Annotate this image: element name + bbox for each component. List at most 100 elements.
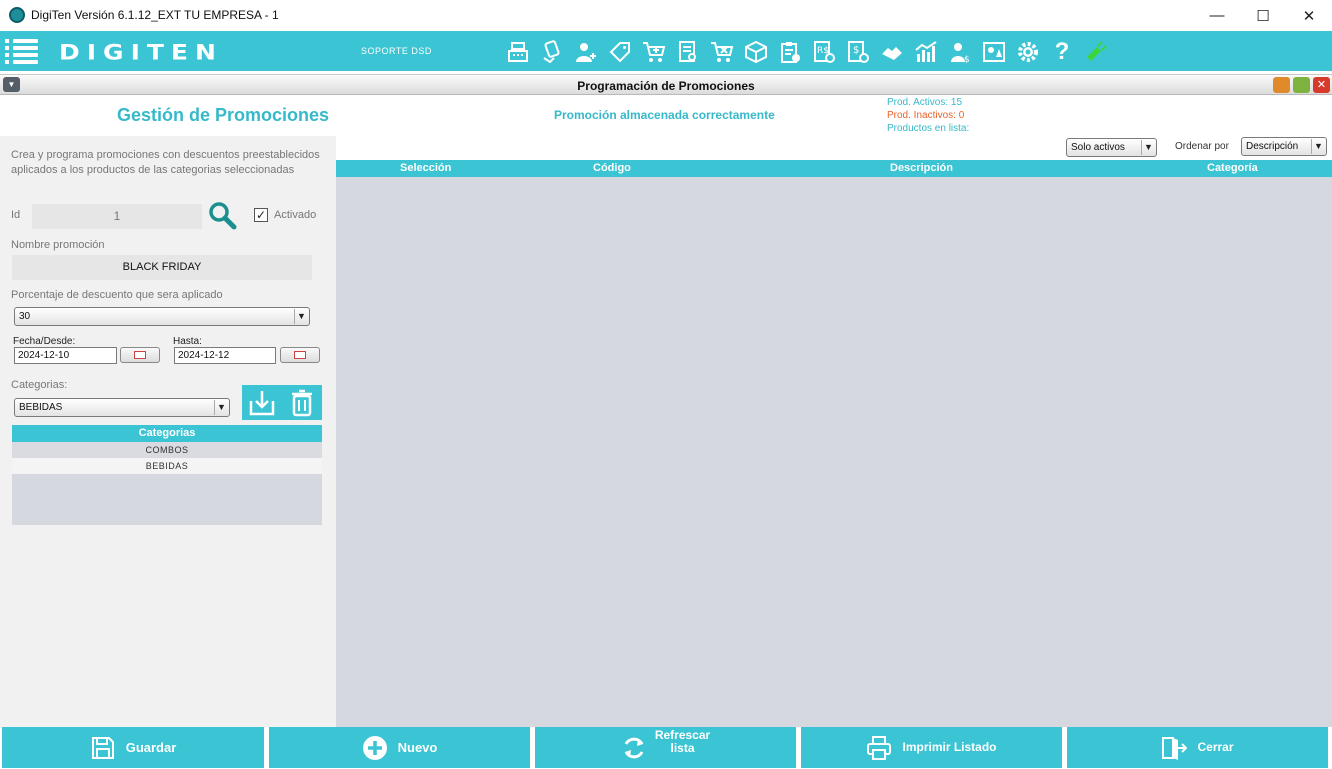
discount-value: 30 xyxy=(19,311,31,322)
from-date-input[interactable]: 2024-12-10 xyxy=(14,347,117,364)
gear-icon[interactable] xyxy=(1016,40,1040,64)
column-header-category[interactable]: Categoría xyxy=(1207,162,1258,174)
refresh-list-button[interactable]: Refrescar lista xyxy=(535,727,796,768)
save-icon xyxy=(91,736,114,759)
active-checkbox[interactable]: ✓ xyxy=(254,208,268,222)
box-icon[interactable] xyxy=(744,40,768,64)
new-button[interactable]: Nuevo xyxy=(269,727,530,768)
products-panel: Promoción almacenada correctamente Prod.… xyxy=(336,96,1332,727)
to-date-input[interactable]: 2024-12-12 xyxy=(174,347,276,364)
products-table-header: Selección Código Descripción Categoría xyxy=(336,160,1332,177)
page-description: Crea y programa promociones con descuent… xyxy=(11,149,320,176)
subwindow-close-button[interactable]: ✕ xyxy=(1313,77,1330,93)
subwindow-header: ▼ Programación de Promociones ✕ xyxy=(0,74,1332,95)
promotion-form-panel: Gestión de Promociones Crea y programa p… xyxy=(0,96,336,727)
promotion-name-label: Nombre promoción xyxy=(11,239,105,251)
id-label: Id xyxy=(11,209,21,221)
products-in-list-stat: Productos en lista: xyxy=(887,123,970,134)
minimize-button[interactable]: — xyxy=(1194,0,1240,31)
user-add-icon[interactable] xyxy=(574,40,598,64)
subwindow-restore-button[interactable] xyxy=(1293,77,1310,93)
main-toolbar: DIGITEN SOPORTE DSD R$ $ $ ? xyxy=(0,31,1332,71)
subwindow-minimize-button[interactable] xyxy=(1273,77,1290,93)
from-date-label: Fecha/Desde: xyxy=(13,336,76,347)
discount-label: Porcentaje de descuento que sera aplicad… xyxy=(11,289,223,301)
calendar-icon xyxy=(134,351,146,359)
to-date-label: Hasta: xyxy=(173,336,202,347)
list-item[interactable]: BEBIDAS xyxy=(12,458,322,474)
filter-select[interactable]: Solo activos ▼ xyxy=(1066,138,1157,157)
chevron-down-icon: ▼ xyxy=(1311,139,1325,154)
app-icon xyxy=(9,7,25,23)
svg-text:$: $ xyxy=(853,45,859,56)
column-header-selection[interactable]: Selección xyxy=(400,162,451,174)
order-by-label: Ordenar por xyxy=(1175,141,1229,152)
category-actions xyxy=(242,385,322,420)
order-by-select[interactable]: Descripción ▼ xyxy=(1241,137,1327,156)
cart-add-icon[interactable] xyxy=(642,40,666,64)
close-button[interactable]: Cerrar xyxy=(1067,727,1328,768)
chevron-down-icon: ▼ xyxy=(1141,140,1155,155)
active-label: Activado xyxy=(274,209,317,221)
delete-category-icon[interactable] xyxy=(290,389,314,417)
digiten-logo: DIGITEN xyxy=(59,40,223,65)
action-bar: Guardar Nuevo Refrescar lista Imprimir L… xyxy=(0,727,1332,769)
close-label: Cerrar xyxy=(1197,740,1234,754)
plus-circle-icon xyxy=(362,735,387,760)
app-title: DigiTen Versión 6.1.12_EXT TU EMPRESA - … xyxy=(31,8,279,22)
refresh-label-line1: Refrescar xyxy=(654,727,711,742)
category-select[interactable]: BEBIDAS ▼ xyxy=(14,398,230,417)
user-money-icon[interactable]: $ xyxy=(948,40,972,65)
from-calendar-button[interactable] xyxy=(120,347,160,363)
refresh-label: Refrescar lista xyxy=(654,727,711,755)
refresh-icon xyxy=(624,737,644,758)
title-bar: DigiTen Versión 6.1.12_EXT TU EMPRESA - … xyxy=(0,0,1332,31)
calendar-icon xyxy=(294,351,306,359)
save-label: Guardar xyxy=(125,740,177,755)
support-link[interactable]: SOPORTE DSD xyxy=(361,46,432,56)
discount-select[interactable]: 30 ▼ xyxy=(14,307,310,326)
search-icon[interactable] xyxy=(207,200,237,230)
category-value: BEBIDAS xyxy=(19,402,63,413)
column-header-code[interactable]: Código xyxy=(593,162,631,174)
active-products-stat: Prod. Activos: 15 xyxy=(887,97,963,108)
categories-list-empty-area xyxy=(12,474,322,525)
bill-add-icon[interactable]: $ xyxy=(846,40,870,64)
handshake-icon[interactable] xyxy=(880,40,904,64)
help-icon[interactable]: ? xyxy=(1050,40,1074,64)
page-title: Gestión de Promociones xyxy=(117,105,330,125)
printer-icon xyxy=(867,735,892,760)
invoice-search-icon[interactable] xyxy=(676,40,700,64)
dashboard-icon[interactable] xyxy=(982,40,1006,64)
maximize-button[interactable]: ☐ xyxy=(1240,0,1286,31)
status-message: Promoción almacenada correctamente xyxy=(554,108,775,122)
cash-register-icon[interactable] xyxy=(506,40,530,64)
clipboard-check-icon[interactable] xyxy=(778,40,802,64)
to-calendar-button[interactable] xyxy=(280,347,320,363)
promotion-name-field[interactable]: BLACK FRIDAY xyxy=(12,255,312,280)
print-list-button[interactable]: Imprimir Listado xyxy=(801,727,1062,768)
add-category-icon[interactable] xyxy=(248,389,276,417)
order-by-value: Descripción xyxy=(1246,141,1299,152)
inactive-products-stat: Prod. Inactivos: 0 xyxy=(887,110,965,121)
exit-door-icon xyxy=(1162,736,1188,760)
refresh-label-line2: lista xyxy=(670,740,695,755)
menu-icon[interactable] xyxy=(5,39,38,64)
id-field[interactable]: 1 xyxy=(32,204,202,229)
products-table-body[interactable] xyxy=(336,177,1332,727)
new-label: Nuevo xyxy=(397,740,438,755)
receipt-add-icon[interactable]: R$ xyxy=(812,40,836,64)
close-window-button[interactable]: ✕ xyxy=(1286,0,1332,31)
column-header-description[interactable]: Descripción xyxy=(890,162,953,174)
list-item[interactable]: COMBOS xyxy=(12,442,322,458)
categories-table-header: Categorias xyxy=(12,425,322,442)
stats-chart-icon[interactable] xyxy=(914,40,938,64)
connection-icon[interactable] xyxy=(1084,40,1108,64)
save-button[interactable]: Guardar xyxy=(2,727,264,768)
cart-cancel-icon[interactable] xyxy=(710,40,734,64)
categories-label: Categorias: xyxy=(11,379,68,391)
tag-icon[interactable] xyxy=(608,40,632,64)
chevron-down-icon: ▼ xyxy=(214,400,228,415)
payment-icon[interactable] xyxy=(540,40,564,64)
svg-text:$: $ xyxy=(964,55,970,64)
